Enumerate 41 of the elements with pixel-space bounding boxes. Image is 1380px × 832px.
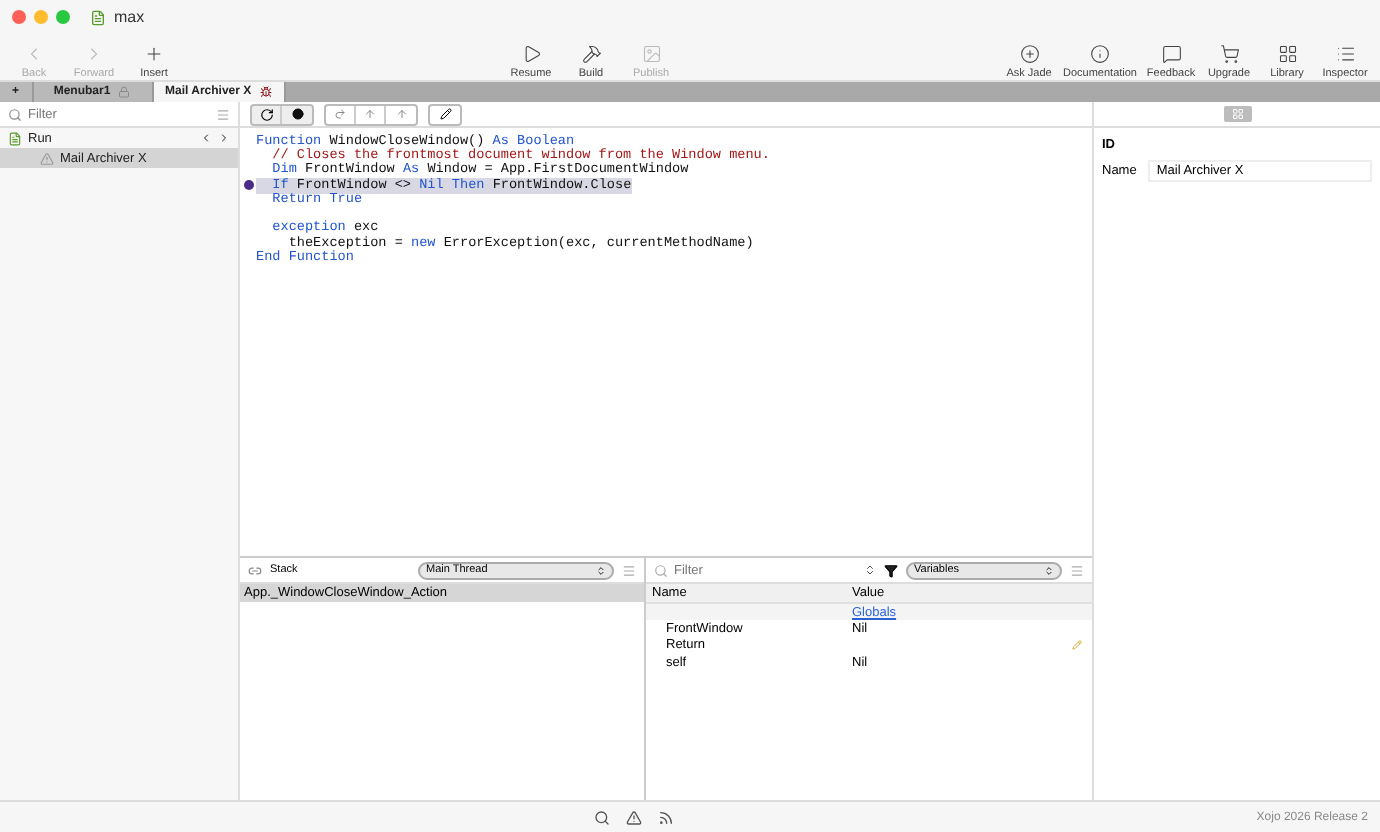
inspector-tab[interactable] — [1223, 106, 1251, 122]
close-button[interactable] — [12, 10, 26, 24]
cart-icon — [1219, 44, 1239, 64]
updown-icon — [1044, 565, 1054, 575]
chat-icon — [1161, 44, 1181, 64]
breakpoint-icon[interactable] — [243, 180, 253, 191]
info-icon — [1090, 44, 1110, 64]
menu-icon[interactable] — [216, 107, 230, 121]
bug-icon — [259, 86, 272, 98]
search-icon[interactable] — [594, 809, 611, 825]
plus-icon — [144, 44, 164, 64]
play-icon — [521, 44, 541, 64]
arrow-up-icon — [364, 108, 376, 120]
pencil-icon — [439, 108, 451, 120]
menu-icon[interactable] — [1070, 563, 1084, 577]
zoom-button[interactable] — [56, 10, 70, 24]
search-icon — [654, 563, 668, 577]
next-icon[interactable] — [218, 132, 230, 144]
dot-icon — [291, 108, 303, 120]
chain-icon — [248, 563, 262, 577]
pencil-icon[interactable] — [1072, 640, 1082, 651]
document-icon — [90, 9, 106, 25]
search-icon — [8, 107, 22, 121]
window-title: max — [114, 8, 145, 26]
feed-icon[interactable] — [658, 809, 675, 825]
curved-arrow-icon — [334, 108, 346, 120]
plus-circle-icon — [1019, 44, 1039, 64]
warning-icon[interactable] — [626, 809, 643, 825]
arrow-up-icon — [395, 108, 407, 120]
image-icon — [641, 44, 661, 64]
previous-icon[interactable] — [200, 132, 212, 144]
app-icon — [40, 151, 54, 165]
menu-icon[interactable] — [622, 563, 636, 577]
hammer-icon — [581, 44, 601, 64]
grid-icon — [1277, 44, 1297, 64]
file-icon — [8, 131, 22, 145]
grid-icon — [1231, 108, 1243, 120]
refresh-icon — [259, 107, 273, 121]
lock-icon — [118, 86, 131, 98]
filter-icon[interactable] — [884, 563, 898, 577]
updown-icon — [596, 565, 606, 575]
